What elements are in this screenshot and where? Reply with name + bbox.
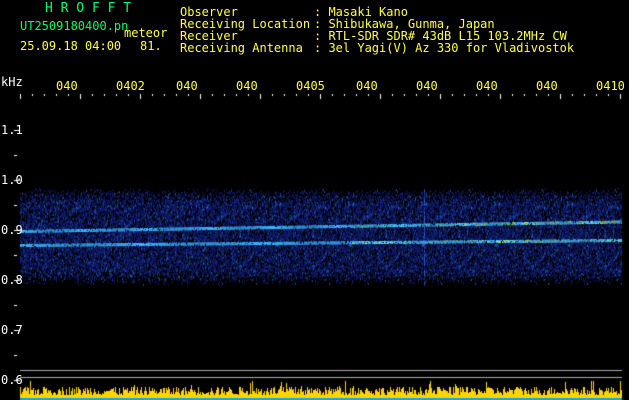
time-tick-label: 040 <box>476 79 498 93</box>
time-tick-label: 040 <box>416 79 438 93</box>
freq-tick-label: 1.1 <box>1 123 23 137</box>
freq-tick-label: 0.7 <box>1 323 23 337</box>
freq-tick-label: 1.0 <box>1 173 23 187</box>
freq-unit-label: kHz <box>1 75 23 89</box>
freq-tick-label: 0.8 <box>1 273 23 287</box>
time-tick-label: 0405 <box>296 79 325 93</box>
time-tick-label: 040 <box>356 79 378 93</box>
count-label: 81. <box>140 39 162 53</box>
freq-tick-label: 0.9 <box>1 223 23 237</box>
freq-tick-label: 0.6 <box>1 373 23 387</box>
time-tick-label: 040 <box>536 79 558 93</box>
time-tick-label: 0410 <box>596 79 625 93</box>
filename-label: UT2509180400.pn <box>20 19 129 33</box>
spectrogram-display <box>0 0 629 400</box>
mode-label: meteor <box>124 26 168 40</box>
time-tick-label: 040 <box>236 79 258 93</box>
time-tick-label: 0402 <box>116 79 145 93</box>
antenna-value: : 3el Yagi(V) Az 330 for Vladivostok <box>314 41 575 55</box>
hroft-screen: H R O F F T UT2509180400.pn meteor 25.09… <box>0 0 629 400</box>
time-tick-label: 040 <box>56 79 78 93</box>
time-tick-label: 040 <box>176 79 198 93</box>
datetime-label: 25.09.18 04:00 <box>20 39 122 53</box>
app-title: H R O F F T <box>45 1 132 16</box>
antenna-label: Receiving Antenna <box>180 41 303 55</box>
